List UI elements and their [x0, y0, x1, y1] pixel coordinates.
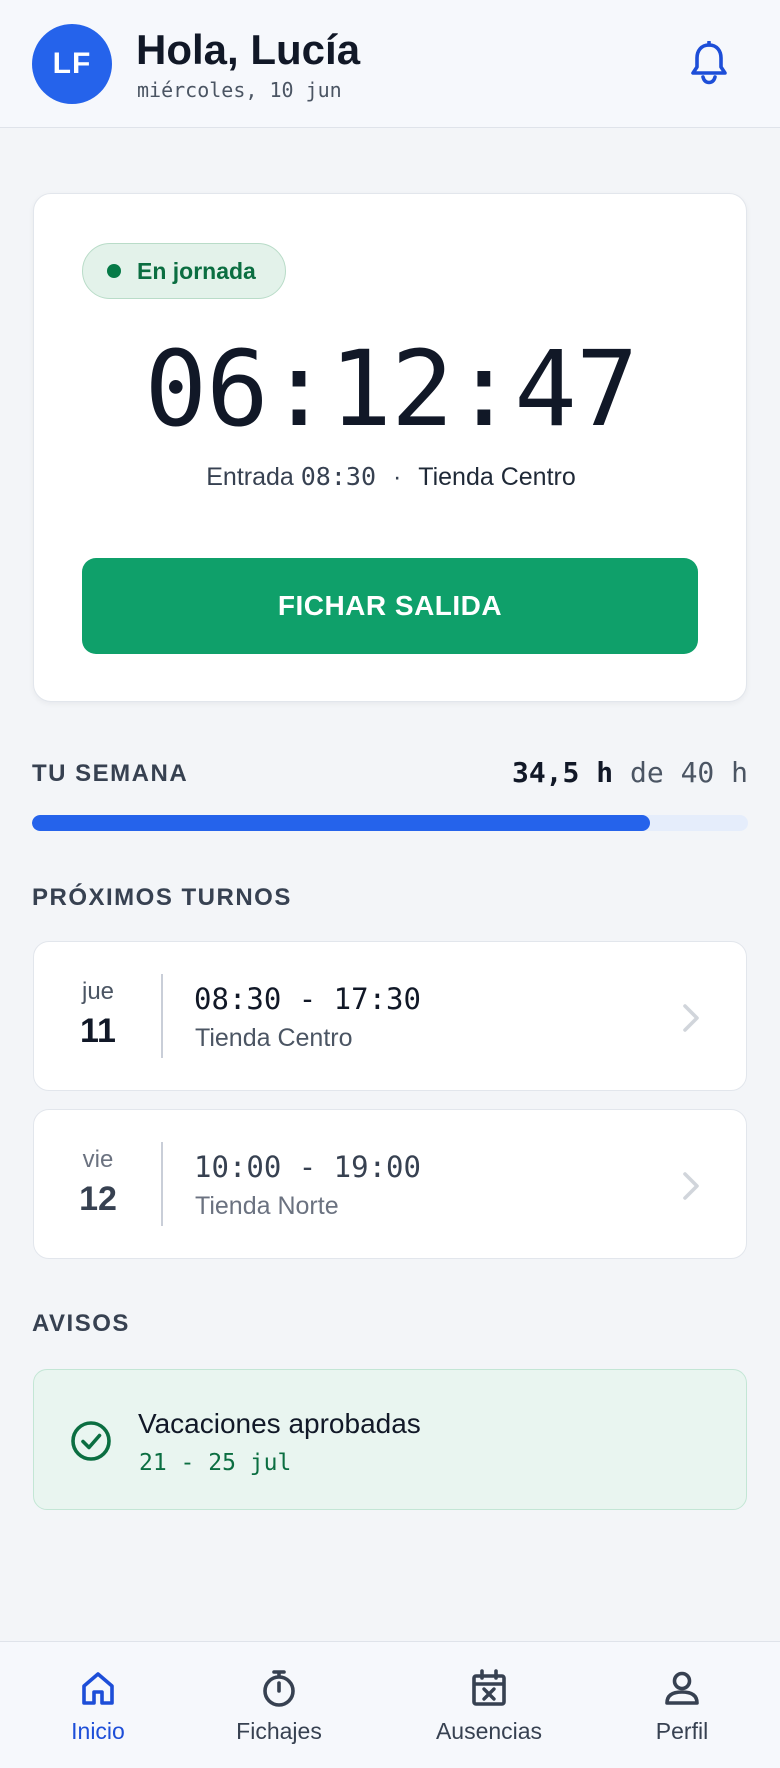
- shift-location: Tienda Centro: [195, 1024, 353, 1052]
- week-of-label: de: [629, 756, 664, 789]
- calendar-x-icon: [472, 1669, 506, 1706]
- shift-card[interactable]: jue 11 08:30 - 17:30 Tienda Centro: [33, 941, 747, 1091]
- shift-time: 10:00 - 19:00: [194, 1150, 421, 1184]
- week-worked: 34,5 h: [511, 756, 614, 789]
- check-circle-icon: [71, 1421, 111, 1461]
- entry-separator: ·: [392, 463, 402, 491]
- avatar[interactable]: LF: [32, 24, 112, 104]
- app-header: LF Hola, Lucía miércoles, 10 jun: [0, 0, 780, 128]
- week-target: 40 h: [680, 756, 748, 789]
- greeting-title: Hola, Lucía: [136, 26, 361, 73]
- user-icon: [665, 1671, 699, 1705]
- clock-out-button[interactable]: FICHAR SALIDA: [82, 558, 698, 654]
- bottom-navigation: Inicio Fichajes Ausencias Perfil: [0, 1641, 780, 1768]
- notice-card[interactable]: Vacaciones aprobadas 21 - 25 jul: [33, 1369, 747, 1510]
- notifications-button[interactable]: [684, 38, 734, 88]
- entry-info: Entrada 08:30 · Tienda Centro: [34, 462, 748, 492]
- nav-label: Inicio: [71, 1718, 125, 1744]
- nav-label: Perfil: [655, 1718, 709, 1744]
- clock-card: En jornada 06:12:47 Entrada 08:30 · Tien…: [33, 193, 747, 702]
- shift-location: Tienda Norte: [195, 1192, 339, 1220]
- chevron-right-icon: [683, 1172, 699, 1200]
- elapsed-timer: 06:12:47: [144, 328, 639, 450]
- shift-day-number: 12: [79, 1180, 117, 1218]
- shift-divider: [161, 974, 163, 1058]
- status-label: En jornada: [137, 257, 256, 284]
- nav-label: Fichajes: [236, 1718, 322, 1744]
- status-badge: En jornada: [82, 243, 286, 299]
- entry-location: Tienda Centro: [418, 463, 576, 491]
- shift-time: 08:30 - 17:30: [194, 982, 421, 1016]
- status-dot: [107, 264, 121, 278]
- nav-item-ausencias[interactable]: Ausencias: [424, 1668, 554, 1748]
- nav-label: Ausencias: [435, 1718, 543, 1744]
- home-icon: [82, 1672, 114, 1705]
- notice-title: Vacaciones aprobadas: [138, 1408, 421, 1439]
- shift-day-of-week: jue: [81, 978, 115, 1005]
- entry-label: Entrada: [206, 463, 294, 491]
- shift-day-number: 11: [80, 1012, 116, 1050]
- chevron-right-icon: [683, 1004, 699, 1032]
- stopwatch-icon: [263, 1670, 295, 1707]
- notices-section-title: AVISOS: [32, 1310, 130, 1337]
- shift-card[interactable]: vie 12 10:00 - 19:00 Tienda Norte: [33, 1109, 747, 1259]
- shift-divider: [161, 1142, 163, 1226]
- week-hours: 34,5 h de 40 h: [512, 756, 748, 789]
- bell-icon: [691, 41, 727, 85]
- current-date: miércoles, 10 jun: [137, 78, 342, 102]
- shift-day-of-week: vie: [82, 1146, 114, 1173]
- entry-time: 08:30: [300, 462, 377, 491]
- week-progress-bar: [32, 815, 748, 831]
- notice-detail: 21 - 25 jul: [139, 1450, 292, 1476]
- nav-item-perfil[interactable]: Perfil: [632, 1668, 732, 1748]
- week-section-title: TU SEMANA: [32, 760, 189, 787]
- week-progress-fill: [32, 815, 650, 831]
- nav-item-inicio[interactable]: Inicio: [48, 1668, 148, 1748]
- shifts-section-title: PRÓXIMOS TURNOS: [32, 884, 292, 911]
- nav-item-fichajes[interactable]: Fichajes: [224, 1668, 334, 1748]
